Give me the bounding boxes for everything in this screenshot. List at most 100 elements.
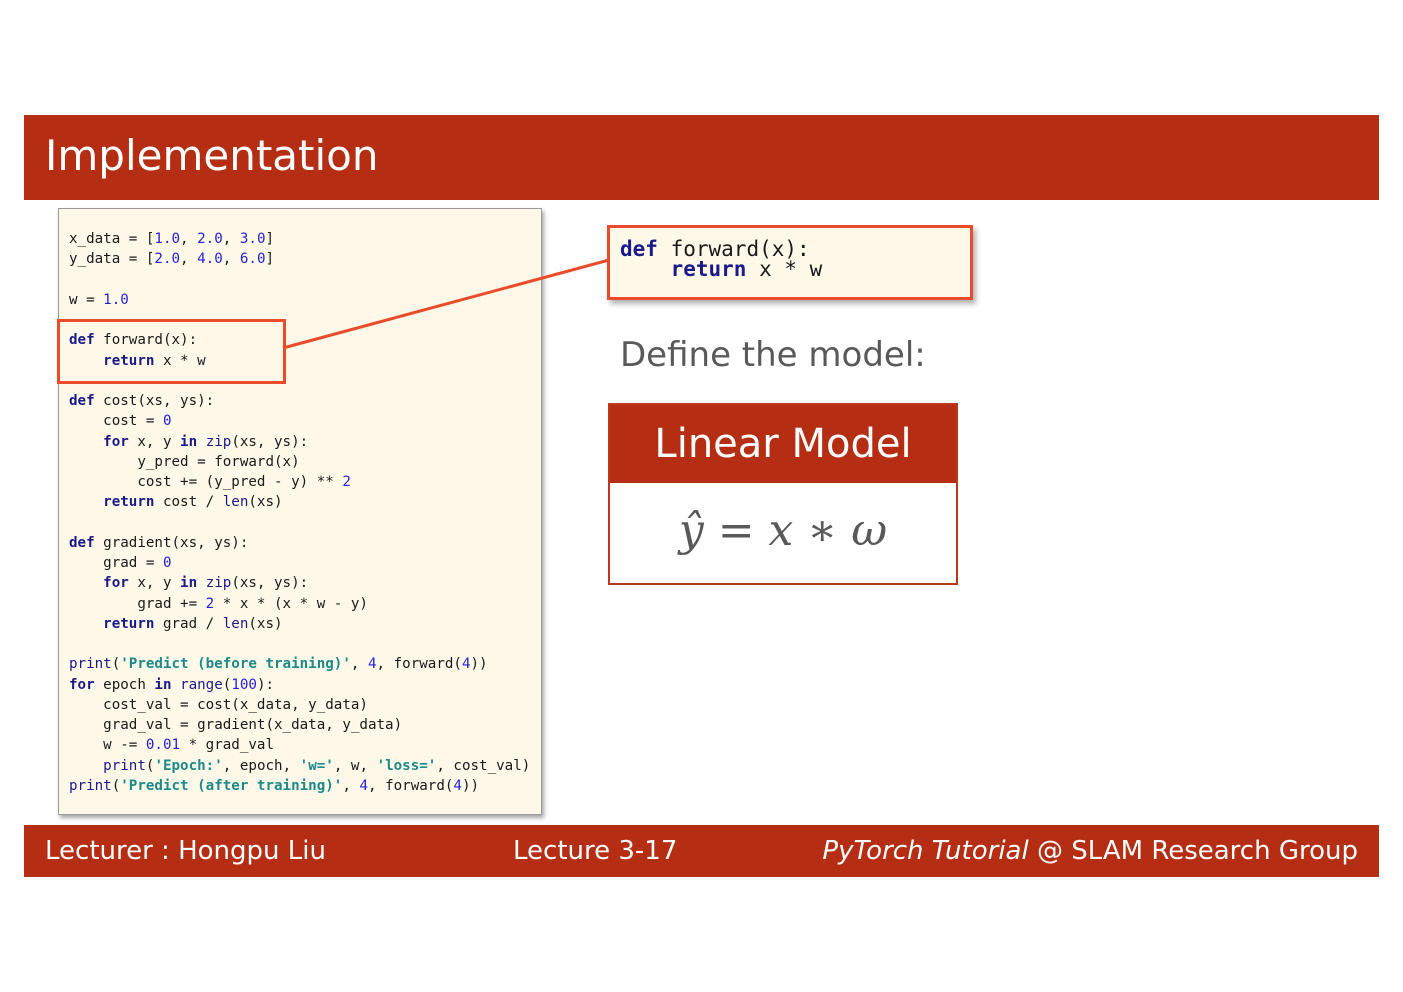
code-token: 'loss=' <box>376 757 437 774</box>
code-line: grad = 0 <box>69 553 530 573</box>
footer-course-group: @ SLAM Research Group <box>1028 836 1358 866</box>
code-line: y_pred = forward(x) <box>69 452 530 472</box>
code-token: for <box>103 575 129 592</box>
code-token: y_data = [ <box>69 251 155 268</box>
zoom-code-line: def forward(x): <box>620 235 822 261</box>
code-token: (xs) <box>248 615 283 632</box>
code-token: , w, <box>333 757 377 774</box>
code-line: print('Predict (after training)', 4, for… <box>69 776 530 796</box>
code-token: 4 <box>359 777 368 794</box>
linear-model-title: Linear Model <box>654 421 912 467</box>
code-token: range <box>180 676 223 693</box>
title-bar: Implementation <box>24 115 1379 200</box>
code-panel: x_data = [1.0, 2.0, 3.0] y_data = [2.0, 4… <box>58 208 542 815</box>
code-token: grad += <box>69 595 206 612</box>
code-token: * x * (x * w - y) <box>214 595 368 612</box>
zoom-code-token: x * w <box>746 257 823 282</box>
forward-highlight-box <box>57 319 286 384</box>
code-token: grad = <box>69 555 163 571</box>
code-token: cost(xs, ys): <box>94 393 215 409</box>
code-line: y_data = [2.0, 4.0, 6.0] <box>69 249 530 269</box>
code-line: grad_val = gradient(x_data, y_data) <box>69 715 530 735</box>
code-token: , <box>180 251 198 268</box>
code-token: ( <box>111 777 121 794</box>
code-token: print <box>103 757 146 774</box>
code-token: 6.0 <box>239 251 266 268</box>
code-token: zip <box>205 433 232 450</box>
code-token: * grad_val <box>180 737 275 754</box>
code-token: cost = <box>69 413 163 430</box>
code-line: cost_val = cost(x_data, y_data) <box>69 695 530 715</box>
code-token: )) <box>461 777 480 794</box>
code-token: (xs, ys): <box>231 575 309 592</box>
code-token: , <box>342 777 360 794</box>
code-token: x, y <box>128 575 181 592</box>
code-token: 0.01 <box>145 737 181 754</box>
code-token: 100 <box>231 676 257 693</box>
code-line: x_data = [1.0, 2.0, 3.0] <box>69 229 530 249</box>
footer-bar: Lecturer : Hongpu Liu Lecture 3-17 PyTor… <box>24 825 1379 877</box>
code-line: return cost / len(xs) <box>69 492 530 512</box>
code-token: for <box>103 433 129 450</box>
define-model-label: Define the model: <box>620 335 926 375</box>
code-token: len <box>222 615 249 632</box>
code-token: ] <box>265 231 275 247</box>
code-token: 2 <box>342 474 351 490</box>
code-token: x_data = [ <box>69 231 155 247</box>
code-token: 'w=' <box>299 757 334 774</box>
code-line: w = 1.0 <box>69 290 530 310</box>
code-token: , <box>222 231 240 247</box>
code-token: def <box>69 534 95 551</box>
zoom-code-token <box>620 257 671 281</box>
zoom-code-line: return x * w <box>620 255 823 281</box>
code-line: cost += (y_pred - y) ** 2 <box>69 472 530 492</box>
code-token: cost += (y_pred - y) ** <box>69 474 343 490</box>
zoom-code-token: return <box>670 257 747 282</box>
code-token: ): <box>256 676 275 693</box>
code-line: for x, y in zip(xs, ys): <box>69 573 530 593</box>
code-token: 2.0 <box>154 251 181 268</box>
footer-lecturer: Lecturer : Hongpu Liu <box>45 836 326 866</box>
code-token: w -= <box>69 737 146 754</box>
code-token: cost / <box>154 494 223 511</box>
code-token: in <box>154 676 172 693</box>
code-token: gradient(xs, ys): <box>94 534 249 551</box>
code-token: )) <box>470 656 488 673</box>
code-token: cost_val = cost(x_data, y_data) <box>69 696 368 713</box>
code-token: 'Epoch:' <box>154 757 223 774</box>
linear-model-formula: ŷ = x ∗ ω <box>678 505 888 556</box>
code-line: return grad / len(xs) <box>69 614 530 634</box>
code-token: , <box>222 251 240 268</box>
linear-model-header: Linear Model <box>610 405 956 483</box>
code-token: ( <box>111 656 121 673</box>
code-token: in <box>180 575 198 592</box>
code-token: zip <box>205 575 232 592</box>
code-token: y_pred = forward(x) <box>69 453 300 470</box>
code-token: , cost_val) <box>436 757 531 774</box>
code-token: 0 <box>162 413 172 430</box>
code-token: (xs) <box>248 494 283 511</box>
code-token: 0 <box>162 555 172 571</box>
code-token: 4 <box>367 656 377 673</box>
code-line: w -= 0.01 * grad_val <box>69 735 530 755</box>
code-token: grad / <box>154 615 223 632</box>
code-token: 3.0 <box>239 231 266 247</box>
code-token: 'Predict (before training)' <box>120 656 351 673</box>
forward-zoom-box: def forward(x): return x * w <box>607 225 973 300</box>
code-token: grad_val = gradient(x_data, y_data) <box>69 717 403 733</box>
code-token: , forward( <box>368 777 454 794</box>
code-token: 1.0 <box>154 231 181 247</box>
code-token: 2 <box>205 595 215 612</box>
code-token: 4 <box>453 777 462 794</box>
footer-course-title: PyTorch Tutorial <box>822 836 1029 866</box>
footer-course: PyTorch Tutorial @ SLAM Research Group <box>822 834 1358 868</box>
code-token: for <box>69 676 95 693</box>
